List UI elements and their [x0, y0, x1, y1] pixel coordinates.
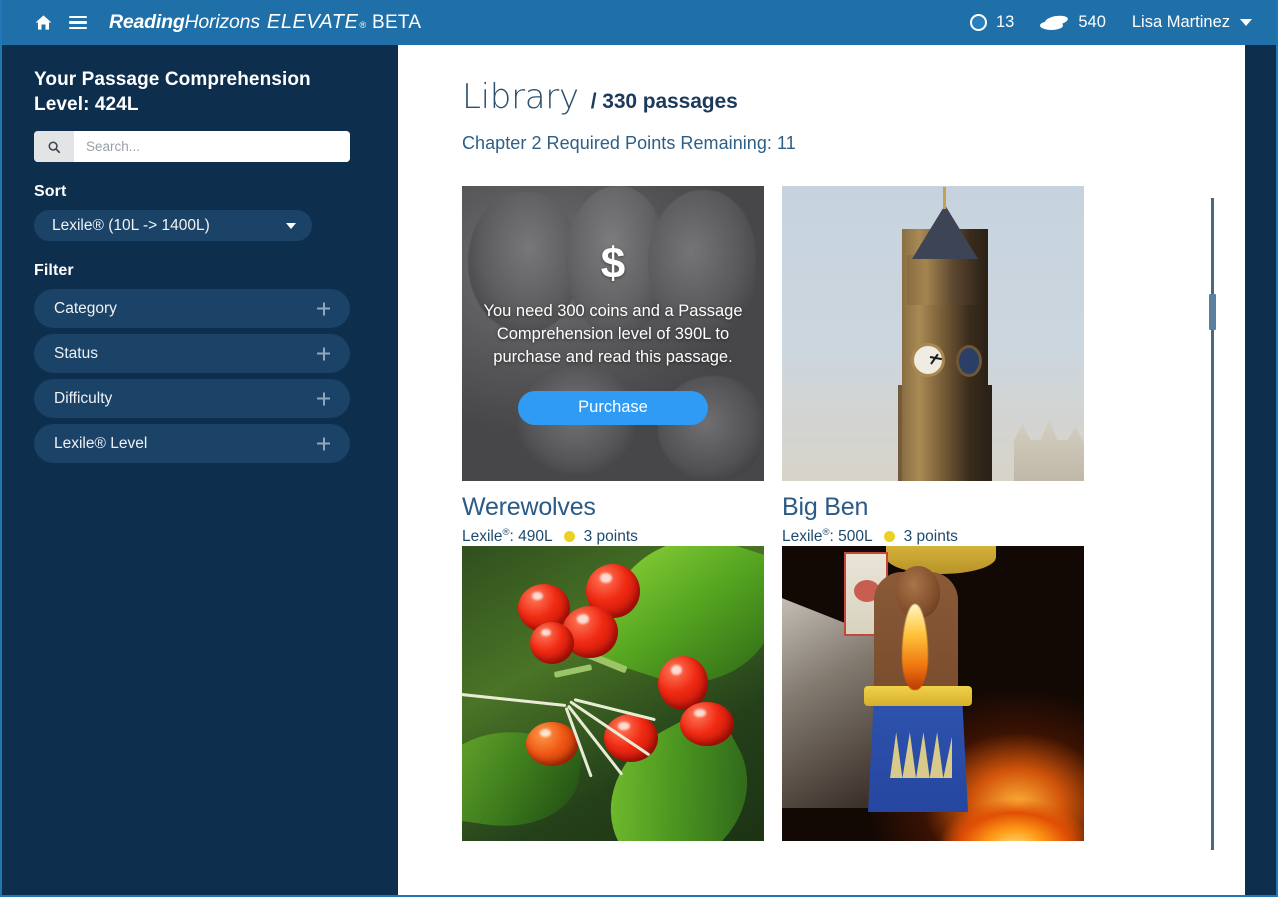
locked-passage-overlay: $ You need 300 coins and a Passage Compr… — [462, 186, 764, 481]
plus-icon — [317, 392, 330, 406]
coins-indicator[interactable]: 540 — [1040, 13, 1106, 32]
passage-meta: Lexile®: 500L 3 points — [782, 527, 1084, 546]
passage-count: / 330 passages — [590, 90, 738, 113]
passage-thumbnail[interactable] — [782, 546, 1084, 842]
passage-comprehension-level: Your Passage Comprehension Level: 424L — [34, 69, 311, 116]
filter-label: Lexile® Level — [54, 434, 148, 452]
filter-label: Status — [54, 344, 98, 362]
plus-icon — [317, 347, 330, 361]
passage-card-grid: $ You need 300 coins and a Passage Compr… — [462, 186, 1102, 842]
lexile-score: Lexile®: 500L — [782, 527, 873, 546]
ring-points-icon — [969, 14, 987, 31]
passage-thumbnail[interactable] — [462, 546, 764, 842]
plus-icon — [317, 302, 330, 316]
passage-meta: Lexile®: 490L 3 points — [462, 527, 764, 546]
points-dot-icon — [883, 531, 895, 543]
filter-label: Difficulty — [54, 389, 113, 407]
passage-thumbnail[interactable] — [782, 186, 1084, 481]
points-indicator[interactable]: 13 — [969, 13, 1015, 32]
coins-value: 540 — [1078, 13, 1106, 31]
points-value: 13 — [995, 13, 1015, 31]
passage-card-fire-dancer[interactable] — [782, 546, 1084, 842]
filter-lexile-level[interactable]: Lexile® Level — [34, 424, 350, 464]
scrollbar-thumb[interactable] — [1209, 294, 1216, 330]
application-window: Reading Horizons ELEVATE ® BETA 13 540 Lisa … — [0, 0, 1278, 897]
passage-card-big-ben[interactable]: Big Ben Lexile®: 500L 3 points — [782, 186, 1084, 546]
content-vertical-scrollbar[interactable] — [1209, 198, 1216, 850]
brand-beta-tag: BETA — [371, 12, 422, 33]
dollar-icon: $ — [600, 239, 626, 289]
passage-points: 3 points — [903, 527, 958, 545]
user-menu[interactable]: Lisa Martinez — [1132, 13, 1252, 32]
purchase-button[interactable]: Purchase — [518, 390, 708, 425]
stacked-coins-icon — [1040, 14, 1069, 30]
chapter-points-remaining: Chapter 2 Required Points Remaining: 11 — [462, 133, 796, 153]
topbar-right-group: 13 540 Lisa Martinez — [969, 13, 1276, 32]
points-dot-icon — [563, 531, 575, 543]
top-navigation-bar: Reading Horizons ELEVATE ® BETA 13 540 Lisa … — [2, 0, 1276, 45]
topbar-left-group: Reading Horizons ELEVATE ® BETA — [2, 11, 421, 34]
fire-dancer-performer-photo — [782, 546, 1084, 842]
sort-dropdown[interactable]: Lexile® (10L -> 1400L) — [34, 210, 312, 242]
passage-points: 3 points — [583, 527, 638, 545]
left-sidebar: Your Passage Comprehension Level: 424L S… — [2, 45, 398, 895]
page-header: Library / 330 passages — [462, 77, 1247, 117]
search-icon[interactable] — [34, 131, 74, 163]
page-title: Library — [462, 77, 579, 117]
search-bar — [34, 131, 350, 163]
sort-selected-value: Lexile® (10L -> 1400L) — [52, 216, 210, 234]
passage-title[interactable]: Big Ben — [782, 493, 1084, 522]
lexile-score: Lexile®: 490L — [462, 527, 553, 546]
brand-registered-mark: ® — [359, 20, 367, 30]
locked-message: You need 300 coins and a Passage Compreh… — [483, 302, 743, 366]
red-berries-photo — [462, 546, 764, 842]
chevron-down-icon — [286, 222, 296, 229]
hamburger-menu-icon[interactable] — [69, 13, 87, 33]
passage-card-berries[interactable] — [462, 546, 764, 842]
brand-logo: Reading Horizons ELEVATE ® BETA — [109, 11, 421, 34]
right-gutter — [1245, 45, 1276, 895]
sort-section-label: Sort — [34, 183, 67, 201]
brand-reading: Reading — [109, 11, 185, 33]
home-icon[interactable] — [34, 13, 53, 32]
big-ben-clock-tower-photo — [782, 186, 1084, 481]
chevron-down-icon — [1240, 19, 1252, 26]
brand-elevate: ELEVATE — [266, 11, 359, 33]
passage-thumbnail[interactable]: $ You need 300 coins and a Passage Compr… — [462, 186, 764, 481]
user-name-label: Lisa Martinez — [1131, 13, 1230, 31]
filter-status[interactable]: Status — [34, 334, 350, 374]
search-input[interactable] — [74, 131, 350, 163]
passage-card-werewolves[interactable]: $ You need 300 coins and a Passage Compr… — [462, 186, 764, 546]
brand-horizons: Horizons — [184, 11, 261, 33]
library-main-content: Library / 330 passages Chapter 2 Require… — [398, 45, 1247, 895]
plus-icon — [317, 437, 330, 451]
filter-difficulty[interactable]: Difficulty — [34, 379, 350, 419]
filter-section-label: Filter — [34, 262, 74, 280]
filter-label: Category — [54, 299, 117, 317]
filter-category[interactable]: Category — [34, 289, 350, 329]
passage-title[interactable]: Werewolves — [462, 493, 764, 522]
